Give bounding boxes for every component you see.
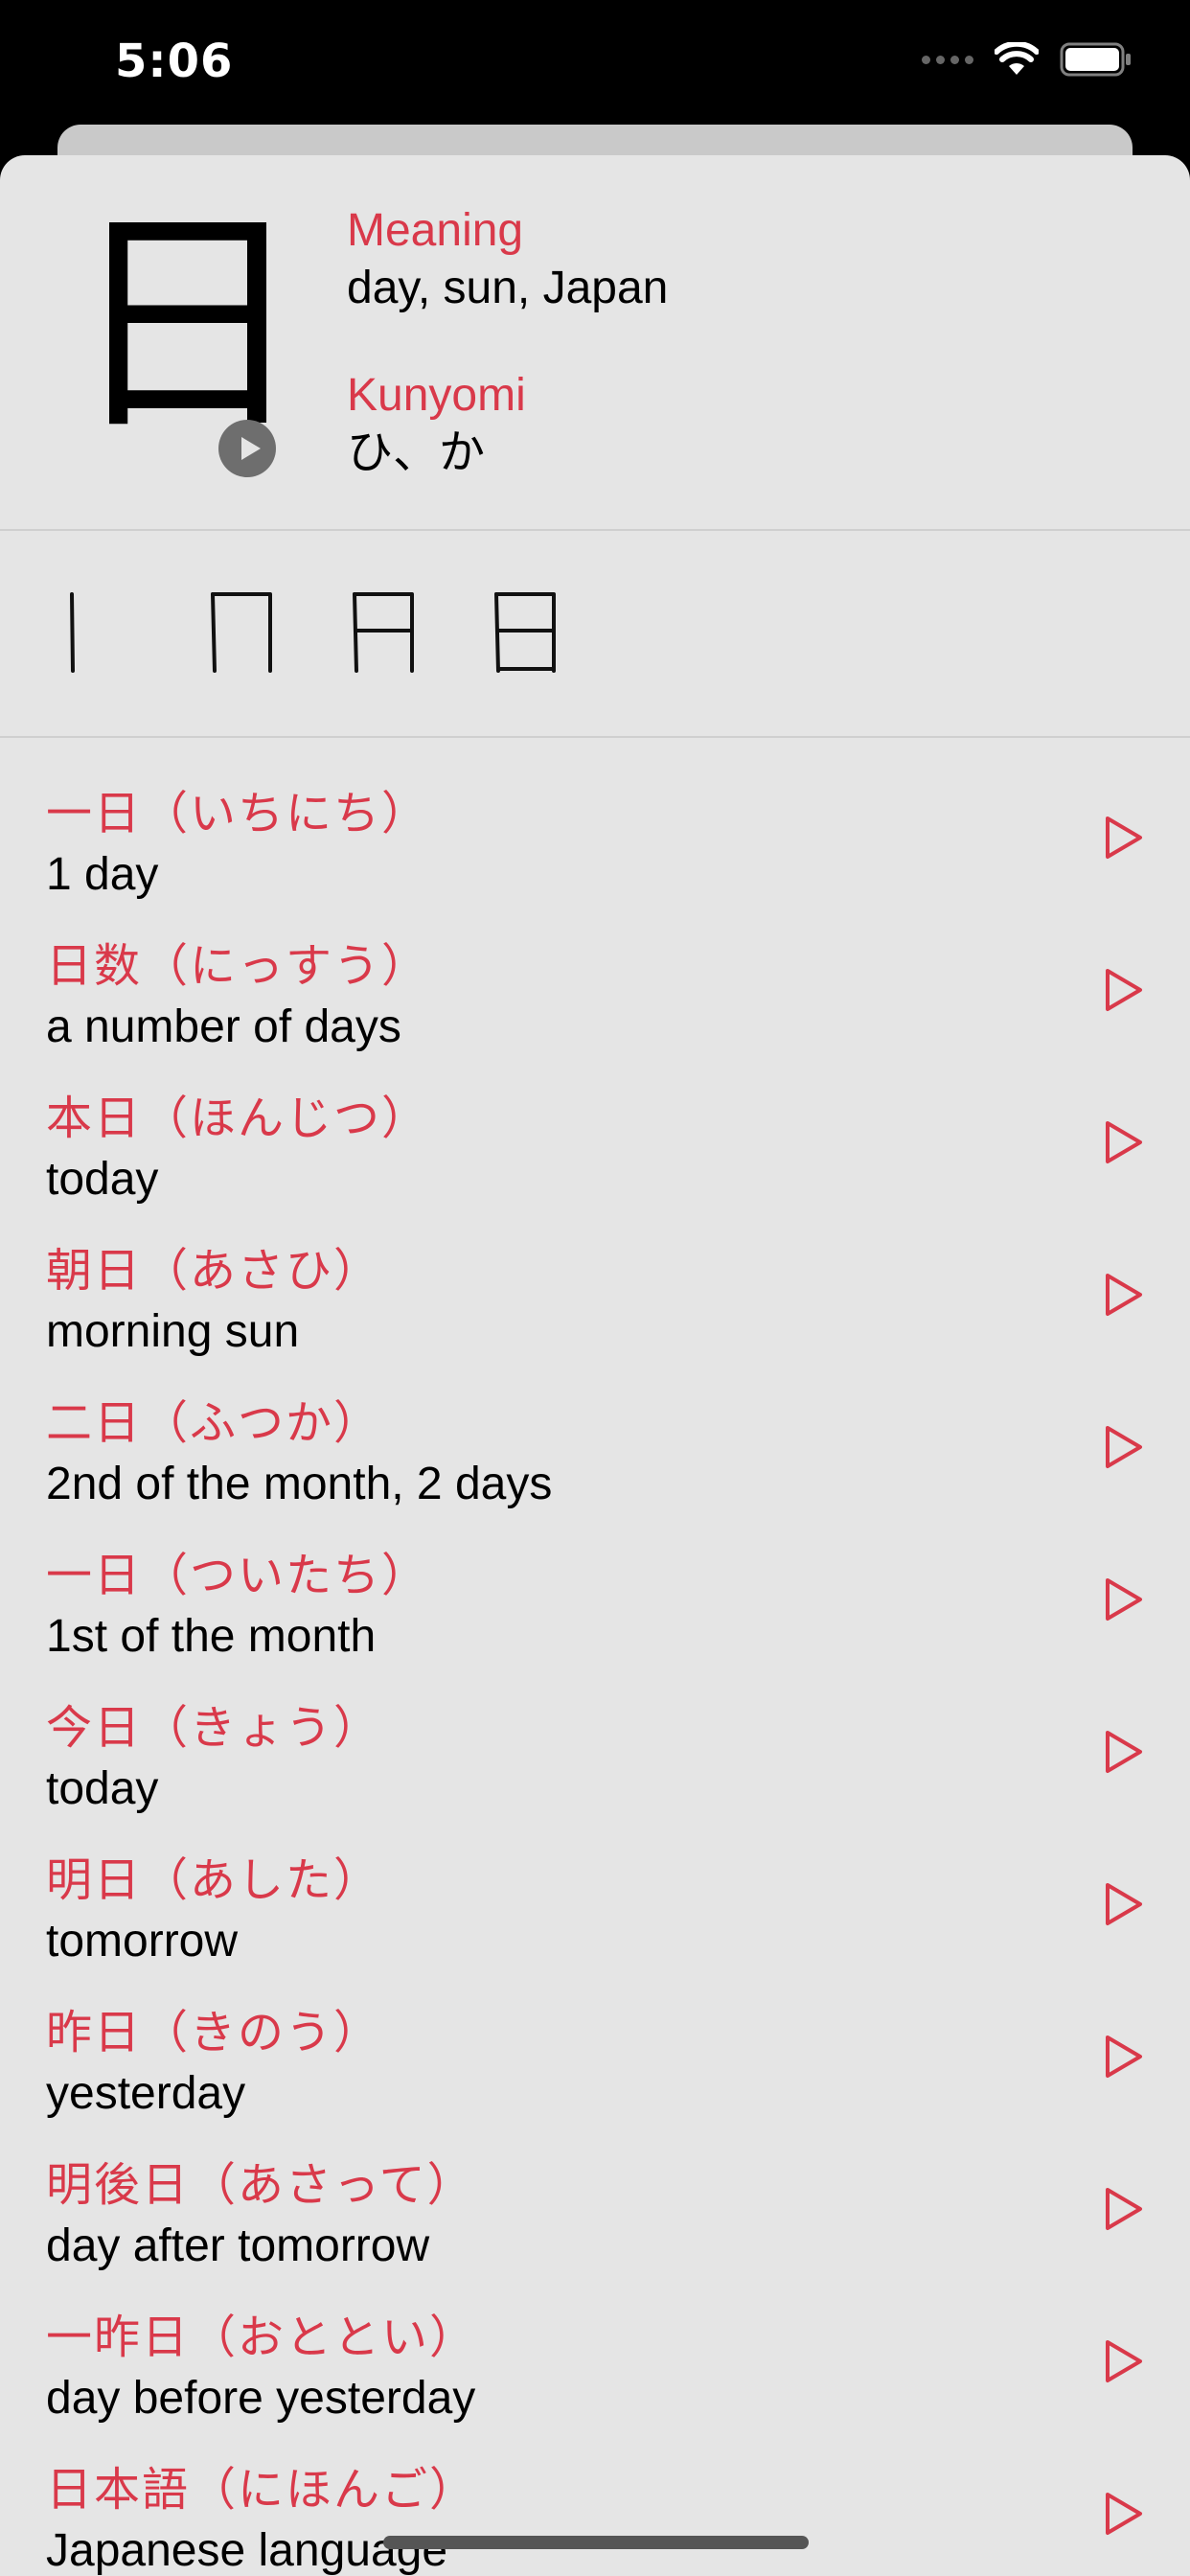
play-audio-icon[interactable] (1098, 1117, 1148, 1167)
vocab-meaning: a number of days (46, 1001, 401, 1052)
vocab-word: 本日（ほんじつ） (46, 1092, 430, 1145)
vocab-row[interactable]: 一昨日（おととい） day before yesterday (0, 2308, 1190, 2460)
stroke-step-1 (70, 592, 75, 673)
vocab-word: 今日（きょう） (46, 1701, 382, 1755)
vocab-row[interactable]: 一日（いちにち） 1 day (0, 784, 1190, 936)
meaning-block: Meaning day, sun, Japan (347, 203, 668, 318)
kunyomi-block: Kunyomi ひ、か (347, 368, 526, 483)
stroke-order (0, 531, 1190, 738)
vocab-list: 一日（いちにち） 1 day 日数（にっすう） a number of days 本日（… (0, 738, 1190, 2576)
stroke-step-3 (353, 592, 414, 673)
vocab-word: 明後日（あさって） (46, 2158, 475, 2212)
vocab-meaning: 2nd of the month, 2 days (46, 1459, 553, 1509)
status-icons (922, 42, 1133, 77)
cellular-signal-icon (922, 55, 973, 64)
vocab-row[interactable]: 明後日（あさって） day after tomorrow (0, 2155, 1190, 2308)
meaning-value: day, sun, Japan (347, 263, 669, 313)
vocab-row[interactable]: 明日（あした） tomorrow (0, 1851, 1190, 2003)
vocab-word: 日数（にっすう） (46, 939, 430, 993)
vocab-row[interactable]: 一日（ついたち） 1st of the month (0, 1546, 1190, 1698)
play-audio-icon[interactable] (1098, 2489, 1148, 2539)
vocab-row[interactable]: 本日（ほんじつ） today (0, 1089, 1190, 1241)
stroke-step-2 (211, 592, 272, 673)
play-audio-icon[interactable] (1098, 1727, 1148, 1777)
vocab-meaning: day before yesterday (46, 2373, 476, 2424)
play-audio-icon[interactable] (1098, 1422, 1148, 1472)
vocab-row[interactable]: 朝日（あさひ） morning sun (0, 1241, 1190, 1393)
kunyomi-label: Kunyomi (347, 370, 526, 421)
play-audio-icon[interactable] (1098, 813, 1148, 862)
vocab-meaning: tomorrow (46, 1916, 239, 1966)
vocab-word: 一日（いちにち） (46, 787, 430, 840)
vocab-meaning: today (46, 1154, 159, 1205)
vocab-word: 一日（ついたち） (46, 1549, 430, 1602)
status-time: 5:06 (115, 34, 234, 88)
home-indicator[interactable] (383, 2536, 809, 2549)
vocab-word: 昨日（きのう） (46, 2006, 382, 2059)
vocab-meaning: 1 day (46, 849, 159, 900)
vocab-row[interactable]: 今日（きょう） today (0, 1698, 1190, 1851)
meaning-label: Meaning (347, 205, 524, 256)
vocab-meaning: morning sun (46, 1306, 300, 1357)
kanji-header: 日 Meaning day, sun, Japan Kunyomi ひ、か (0, 155, 1190, 531)
vocab-row[interactable]: 昨日（きのう） yesterday (0, 2003, 1190, 2155)
vocab-word: 二日（ふつか） (46, 1396, 382, 1450)
kunyomi-value: ひ、か (347, 427, 486, 478)
vocab-row[interactable]: 日数（にっすう） a number of days (0, 936, 1190, 1089)
vocab-meaning: yesterday (46, 2068, 246, 2119)
vocab-word: 朝日（あさひ） (46, 1244, 382, 1298)
play-audio-icon[interactable] (1098, 2184, 1148, 2234)
play-audio-icon[interactable] (1098, 2336, 1148, 2386)
vocab-row[interactable]: 二日（ふつか） 2nd of the month, 2 days (0, 1393, 1190, 1546)
kanji-character: 日 (67, 185, 307, 464)
play-audio-icon[interactable] (1098, 1879, 1148, 1929)
vocab-meaning: today (46, 1763, 159, 1814)
stroke-step-4 (494, 592, 556, 673)
play-audio-icon[interactable] (1098, 1270, 1148, 1320)
kanji-play-icon[interactable] (218, 420, 276, 477)
vocab-word: 明日（あした） (46, 1853, 382, 1907)
status-bar: 5:06 (0, 0, 1190, 125)
vocab-word: 一昨日（おととい） (46, 2311, 478, 2364)
play-audio-icon[interactable] (1098, 1575, 1148, 1624)
wifi-icon (995, 42, 1039, 75)
vocab-meaning: 1st of the month (46, 1611, 377, 1662)
vocab-word: 日本語（にほんご） (46, 2463, 478, 2517)
play-audio-icon[interactable] (1098, 965, 1148, 1015)
vocab-meaning: day after tomorrow (46, 2220, 430, 2271)
battery-icon (1060, 42, 1131, 77)
vocab-row[interactable]: 日本語（にほんご） Japanese language (0, 2460, 1190, 2576)
kanji-detail-sheet: 日 Meaning day, sun, Japan Kunyomi ひ、か 一日… (0, 155, 1190, 2576)
play-audio-icon[interactable] (1098, 2032, 1148, 2082)
